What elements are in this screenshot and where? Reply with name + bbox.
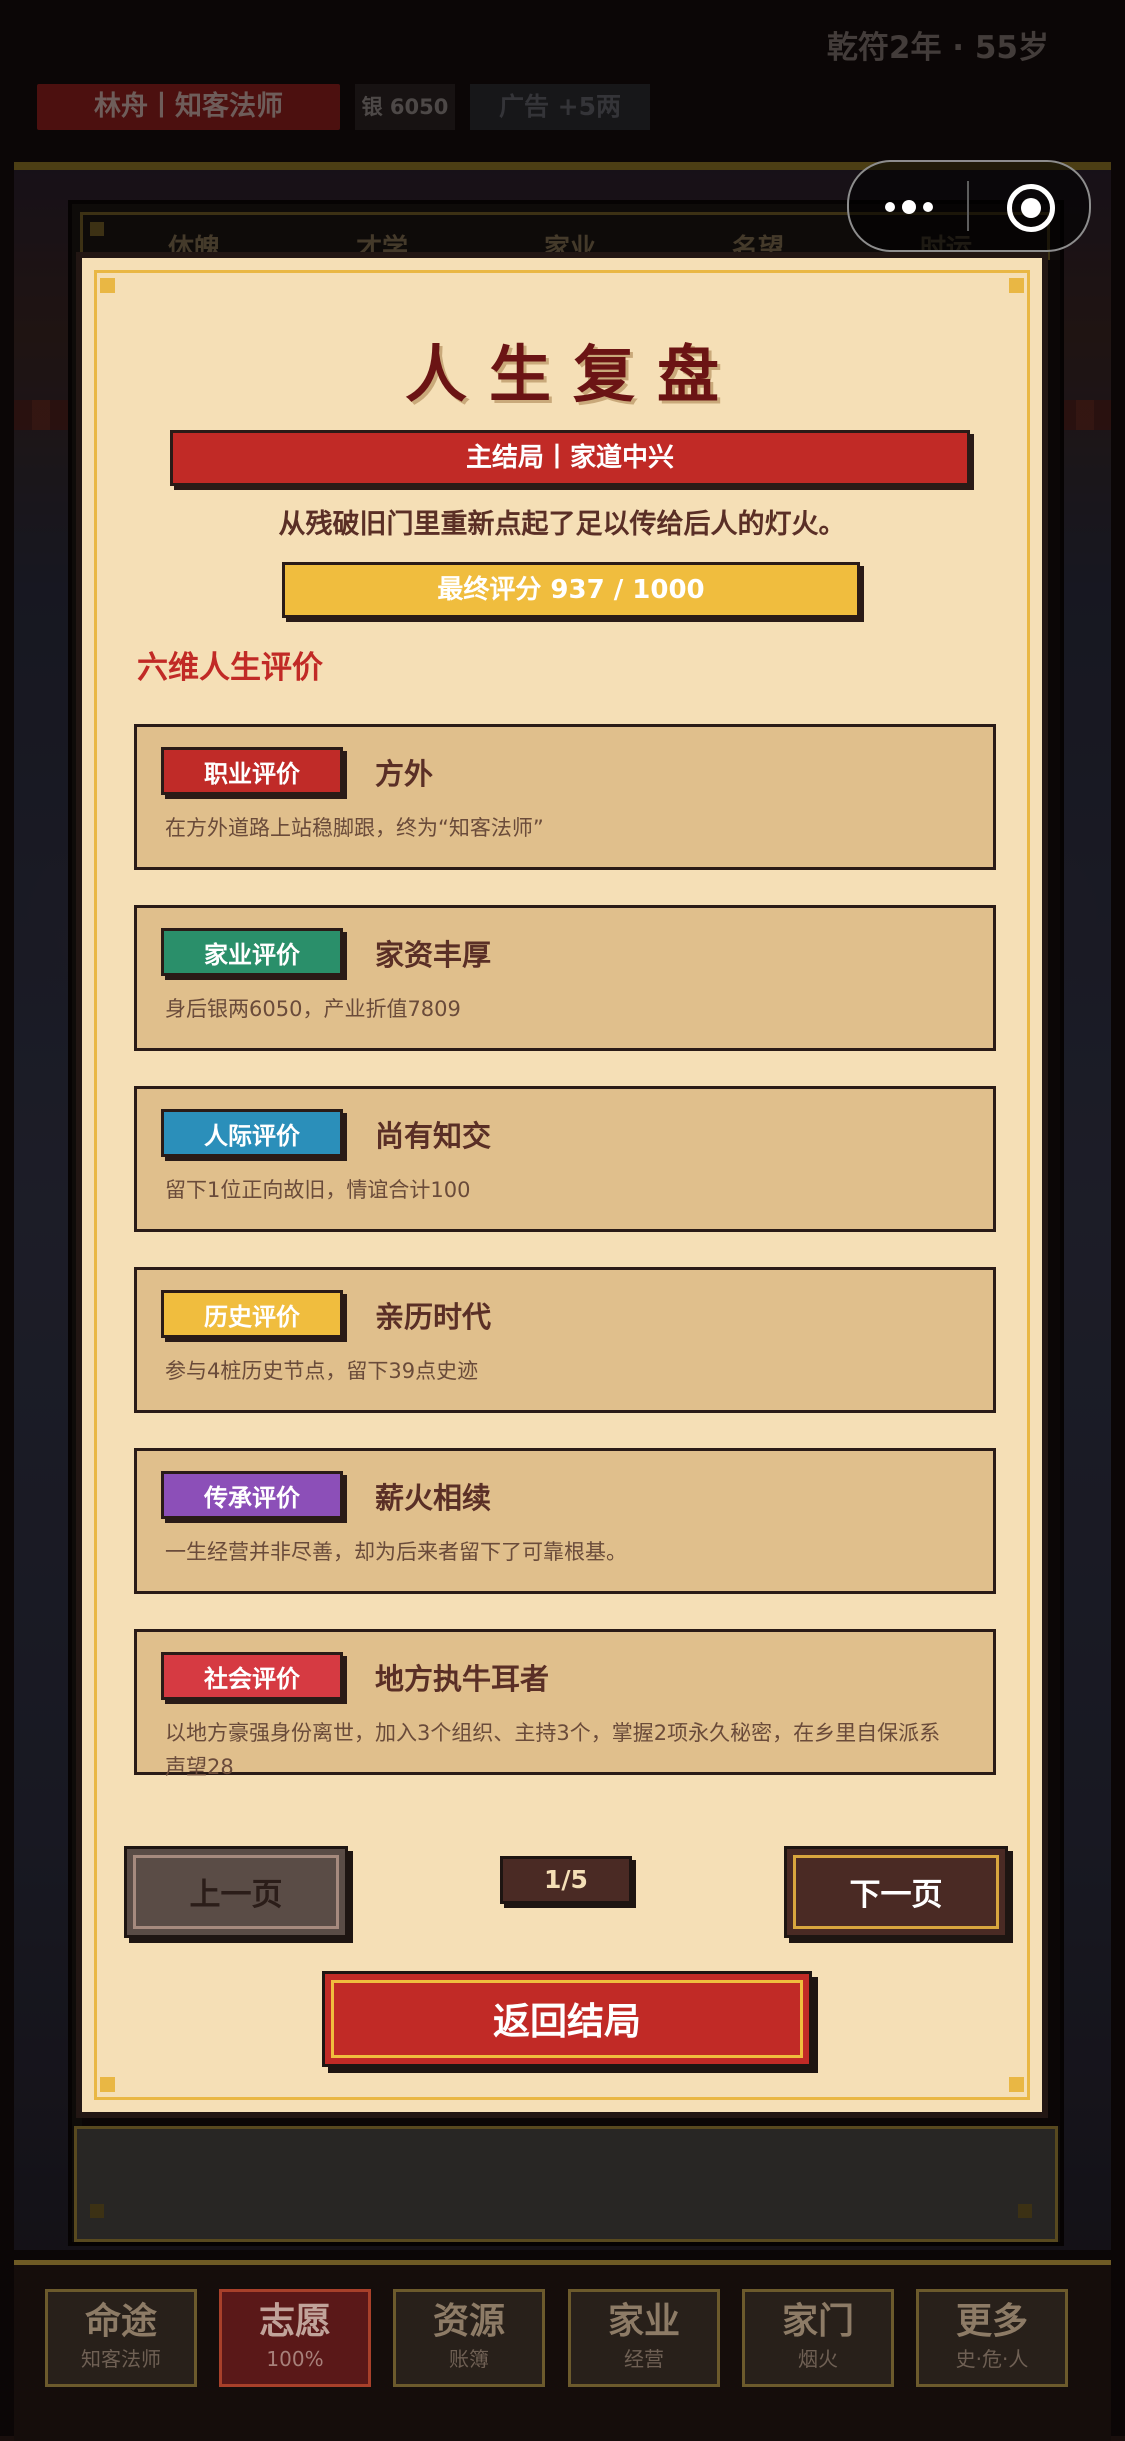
nav-resources[interactable]: 资源 账簿 (393, 2289, 545, 2387)
evaluation-tag: 传承评价 (161, 1471, 343, 1519)
nav-more[interactable]: 更多 史·危·人 (916, 2289, 1068, 2387)
evaluation-description: 留下1位正向故旧，情谊合计100 (165, 1178, 471, 1202)
evaluation-title: 地方执牛耳者 (375, 1662, 550, 1696)
modal-title: 人生复盘 (404, 338, 741, 411)
nav-estate[interactable]: 家业 经营 (568, 2289, 720, 2387)
evaluation-tag: 人际评价 (161, 1109, 343, 1157)
evaluation-card-legacy: 传承评价 薪火相续 一生经营并非尽善，却为后来者留下了可靠根基。 (134, 1448, 996, 1594)
next-page-label: 下一页 (793, 1855, 999, 1929)
evaluation-title: 尚有知交 (375, 1119, 492, 1153)
nav-sublabel: 100% (266, 2347, 324, 2371)
life-review-modal: 人生复盘 主结局丨家道中兴 从残破旧门里重新点起了足以传给后人的灯火。 最终评分… (76, 252, 1048, 2118)
nav-label: 家业 (607, 2301, 680, 2342)
evaluation-description: 在方外道路上站稳脚跟，终为“知客法师” (165, 816, 544, 840)
nav-sublabel: 烟火 (798, 2347, 838, 2371)
close-miniprogram-icon[interactable] (1007, 184, 1055, 232)
next-page-button[interactable]: 下一页 (784, 1846, 1008, 1938)
evaluation-tag: 社会评价 (161, 1652, 343, 1700)
evaluation-tag: 家业评价 (161, 928, 343, 976)
evaluation-description: 以地方豪强身份离世，加入3个组织、主持3个，掌握2项永久秘密，在乡里自保派系声望… (165, 1721, 941, 1779)
corner-ornament (1009, 2077, 1024, 2092)
ending-description: 从残破旧门里重新点起了足以传给后人的灯火。 (278, 509, 846, 540)
final-score-banner: 最终评分 937 / 1000 (282, 562, 860, 618)
capsule-divider (967, 181, 969, 231)
evaluation-title: 方外 (375, 757, 434, 791)
bottom-navigation: 命途 知客法师 志愿 100% 资源 账簿 家业 经营 家门 烟火 更多 史·危… (14, 2260, 1111, 2441)
ending-banner: 主结局丨家道中兴 (170, 430, 970, 486)
evaluation-description: 身后银两6050，产业折值7809 (165, 997, 461, 1021)
evaluation-title: 薪火相续 (375, 1481, 492, 1515)
corner-ornament (100, 2077, 115, 2092)
corner-ornament (100, 278, 115, 293)
page-indicator: 1/5 (500, 1856, 632, 1904)
evaluation-title: 亲历时代 (375, 1300, 492, 1334)
nav-sublabel: 账簿 (449, 2347, 489, 2371)
evaluation-card-career: 职业评价 方外 在方外道路上站稳脚跟，终为“知客法师” (134, 724, 996, 870)
nav-sublabel: 史·危·人 (955, 2347, 1029, 2371)
more-menu-icon[interactable] (885, 200, 933, 214)
nav-label: 家门 (781, 2301, 854, 2342)
evaluation-title: 家资丰厚 (375, 938, 492, 972)
nav-sublabel: 经营 (624, 2347, 664, 2371)
nav-aspiration[interactable]: 志愿 100% (219, 2289, 371, 2387)
evaluation-description: 参与4桩历史节点，留下39点史迹 (165, 1359, 479, 1383)
nav-label: 资源 (432, 2301, 505, 2342)
corner-ornament (1009, 278, 1024, 293)
nav-sublabel: 知客法师 (81, 2347, 161, 2371)
evaluation-card-history: 历史评价 亲历时代 参与4桩历史节点，留下39点史迹 (134, 1267, 996, 1413)
section-title: 六维人生评价 (137, 650, 323, 686)
evaluation-description: 一生经营并非尽善，却为后来者留下了可靠根基。 (165, 1540, 627, 1564)
evaluation-tag: 历史评价 (161, 1290, 343, 1338)
nav-label: 命途 (84, 2301, 157, 2342)
nav-household[interactable]: 家门 烟火 (742, 2289, 894, 2387)
evaluation-card-society: 社会评价 地方执牛耳者 以地方豪强身份离世，加入3个组织、主持3个，掌握2项永久… (134, 1629, 996, 1779)
evaluation-card-family: 家业评价 家资丰厚 身后银两6050，产业折值7809 (134, 905, 996, 1051)
nav-label: 志愿 (258, 2301, 331, 2342)
nav-fate[interactable]: 命途 知客法师 (45, 2289, 197, 2387)
return-to-ending-label: 返回结局 (331, 1980, 803, 2058)
previous-page-label: 上一页 (133, 1855, 339, 1929)
nav-label: 更多 (955, 2301, 1028, 2342)
evaluation-card-social-ties: 人际评价 尚有知交 留下1位正向故旧，情谊合计100 (134, 1086, 996, 1232)
previous-page-button[interactable]: 上一页 (124, 1846, 348, 1938)
mini-program-capsule (847, 160, 1091, 252)
return-to-ending-button[interactable]: 返回结局 (322, 1971, 812, 2067)
evaluation-tag: 职业评价 (161, 747, 343, 795)
